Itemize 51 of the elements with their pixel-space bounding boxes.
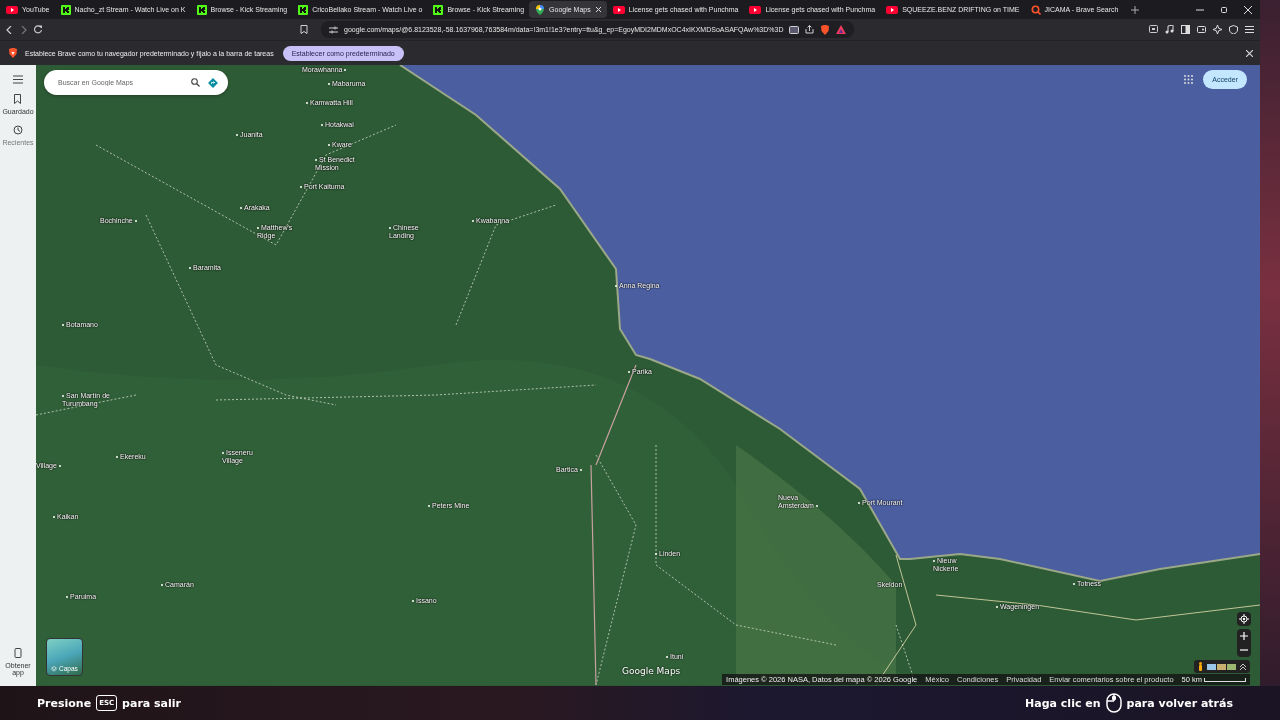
- tab-search-icon[interactable]: [1149, 25, 1158, 34]
- scale-bar: [1204, 677, 1246, 682]
- hint-text: Presione: [37, 696, 92, 710]
- sidebar-icon[interactable]: [1181, 25, 1190, 34]
- play-logo-icon: [886, 4, 899, 15]
- hint-text: para salir: [122, 696, 181, 710]
- hint-text: para volver atrás: [1126, 696, 1233, 710]
- zoom-out-icon[interactable]: [1240, 646, 1248, 654]
- streaming-logo-icon: [60, 4, 71, 15]
- shield-icon[interactable]: [1229, 25, 1238, 34]
- history-icon: [13, 125, 23, 135]
- expand-icon[interactable]: [1240, 663, 1246, 670]
- map-pin-icon: [535, 4, 546, 15]
- share-icon[interactable]: [805, 25, 815, 34]
- maps-logo: Google Maps: [622, 666, 681, 676]
- mouse-icon: [1105, 693, 1122, 713]
- play-logo-icon: [612, 4, 625, 15]
- search-icon[interactable]: [191, 78, 200, 87]
- reload-icon[interactable]: [34, 25, 43, 34]
- hint-text: Haga clic en: [1025, 696, 1101, 710]
- person-icon[interactable]: [1198, 662, 1203, 671]
- zoom-in-icon[interactable]: [1240, 632, 1248, 640]
- close-icon[interactable]: [1246, 49, 1253, 57]
- phone-icon: [13, 648, 23, 658]
- search-logo-icon: [1030, 4, 1041, 15]
- layers-icon: [51, 666, 57, 672]
- restore-icon[interactable]: [1220, 5, 1228, 14]
- forward-icon[interactable]: [20, 25, 27, 34]
- new-tab-icon[interactable]: [1131, 5, 1140, 14]
- back-icon[interactable]: [6, 25, 13, 34]
- triangle-logo-icon[interactable]: [836, 25, 847, 34]
- directions-icon[interactable]: [208, 77, 218, 88]
- tune-icon[interactable]: [329, 25, 338, 34]
- map-type-thumbnails-icon[interactable]: [1207, 663, 1236, 670]
- close-window-icon[interactable]: [1244, 5, 1252, 14]
- streaming-logo-icon: [196, 4, 207, 15]
- wallet-icon[interactable]: [1197, 25, 1206, 34]
- streaming-logo-icon: [298, 4, 309, 15]
- sparkle-icon[interactable]: [1213, 25, 1222, 34]
- play-logo-icon: [749, 4, 762, 15]
- my-location-button[interactable]: [1237, 612, 1251, 626]
- cast-icon[interactable]: [789, 25, 800, 34]
- play-logo-icon: [6, 4, 18, 15]
- streaming-logo-icon: [433, 4, 444, 15]
- bookmark-icon: [13, 94, 23, 104]
- target-icon: [1239, 614, 1249, 624]
- bookmark-icon[interactable]: [300, 25, 308, 34]
- music-note-icon[interactable]: [1165, 25, 1174, 34]
- close-icon[interactable]: [594, 6, 602, 13]
- apps-grid-icon[interactable]: [1184, 75, 1194, 84]
- menu-icon[interactable]: [13, 75, 23, 84]
